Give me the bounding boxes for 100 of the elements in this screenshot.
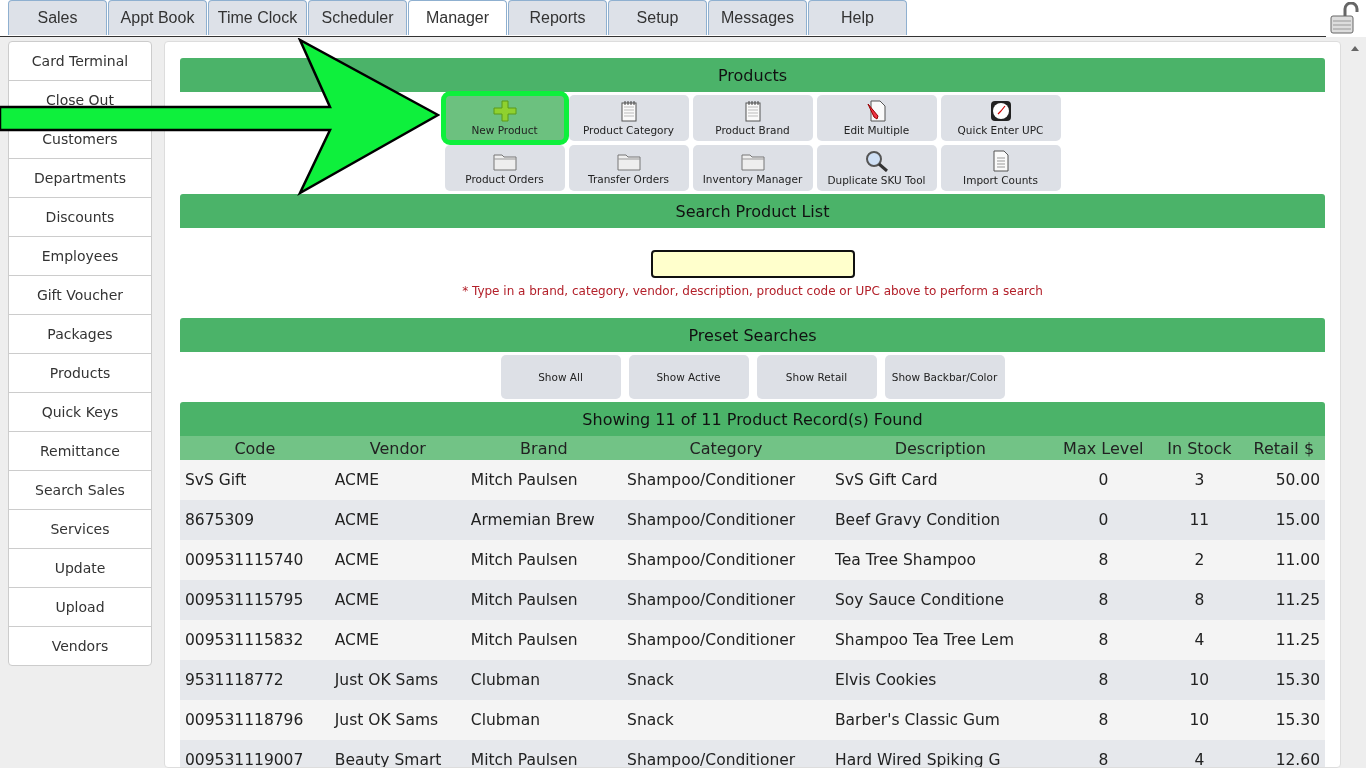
table-cell: 15.30 xyxy=(1242,660,1325,700)
sidebar-item[interactable]: Upload xyxy=(9,588,151,627)
preset-search-button[interactable]: Show Retail xyxy=(756,355,877,399)
nav-tab[interactable]: Manager xyxy=(408,0,507,35)
table-cell: SvS Gift Card xyxy=(830,460,1051,500)
table-cell: Shampoo/Conditioner xyxy=(622,580,830,620)
sidebar-item[interactable]: Packages xyxy=(9,315,151,354)
table-cell: Shampoo/Conditioner xyxy=(622,540,830,580)
table-cell: Mitch Paulsen xyxy=(465,460,623,500)
table-cell: 11.00 xyxy=(1242,540,1325,580)
folder-icon xyxy=(740,151,765,171)
table-cell: Snack xyxy=(622,700,830,740)
nav-tab[interactable]: Reports xyxy=(508,0,607,35)
table-cell: 4 xyxy=(1156,740,1243,767)
table-cell: Barber's Classic Gum xyxy=(830,700,1051,740)
table-cell: 11 xyxy=(1156,500,1243,540)
table-cell: 11.25 xyxy=(1242,580,1325,620)
tool-button[interactable]: Product Category xyxy=(568,95,689,141)
table-cell: 0 xyxy=(1050,500,1157,540)
sidebar-item[interactable]: Employees xyxy=(9,237,151,276)
table-cell: 9531118772 xyxy=(180,660,330,700)
column-header: Max Level xyxy=(1050,436,1157,460)
sidebar-item[interactable]: Update xyxy=(9,549,151,588)
search-hint: * Type in a brand, category, vendor, description, product code or UPC above to perform a search xyxy=(462,284,1043,298)
table-cell: ACME xyxy=(329,540,466,580)
preset-search-button[interactable]: Show Active xyxy=(628,355,749,399)
table-cell: 8 xyxy=(1050,580,1157,620)
sidebar-item[interactable]: Card Terminal xyxy=(9,42,151,81)
table-cell: 8 xyxy=(1050,540,1157,580)
folder-icon xyxy=(492,151,517,171)
clock-icon xyxy=(989,100,1012,122)
table-cell: ACME xyxy=(329,620,466,660)
padlock-icon[interactable] xyxy=(1330,2,1360,34)
table-cell: 0 xyxy=(1050,460,1157,500)
table-cell: 009531115832 xyxy=(180,620,330,660)
table-cell: Armemian Brew xyxy=(465,500,623,540)
nav-tab[interactable]: Time Clock xyxy=(208,0,307,35)
table-cell: 009531115795 xyxy=(180,580,330,620)
column-header: Retail $ xyxy=(1242,436,1325,460)
tool-button[interactable]: Duplicate SKU Tool xyxy=(816,145,937,191)
sidebar-item[interactable]: Gift Voucher xyxy=(9,276,151,315)
nav-tab[interactable]: Help xyxy=(808,0,907,35)
column-header: In Stock xyxy=(1156,436,1243,460)
document-icon xyxy=(991,150,1010,172)
table-cell: 8 xyxy=(1050,740,1157,767)
notepad-icon xyxy=(743,100,762,122)
sidebar-item[interactable]: Products xyxy=(9,354,151,393)
tool-button[interactable]: Product Orders xyxy=(444,145,565,191)
magnifier-icon xyxy=(864,150,889,172)
tool-button[interactable]: Edit Multiple xyxy=(816,95,937,141)
table-cell: 8 xyxy=(1050,620,1157,660)
preset-search-button[interactable]: Show Backbar/Color xyxy=(884,355,1005,399)
table-cell: 15.00 xyxy=(1242,500,1325,540)
column-header: Code xyxy=(180,436,330,460)
tool-button[interactable]: Inventory Manager xyxy=(692,145,813,191)
search-field[interactable] xyxy=(650,250,855,278)
table-cell: 10 xyxy=(1156,700,1243,740)
tool-button[interactable]: Product Brand xyxy=(692,95,813,141)
table-cell: Mitch Paulsen xyxy=(465,740,623,767)
table-cell: Shampoo/Conditioner xyxy=(622,500,830,540)
tool-button[interactable]: Quick Enter UPC xyxy=(940,95,1061,141)
table-cell: Shampoo Tea Tree Lem xyxy=(830,620,1051,660)
table-cell: Clubman xyxy=(465,660,623,700)
sidebar-item[interactable]: Remittance xyxy=(9,432,151,471)
table-cell: Snack xyxy=(622,660,830,700)
table-cell: ACME xyxy=(329,460,466,500)
sidebar-item[interactable]: Quick Keys xyxy=(9,393,151,432)
column-header: Description xyxy=(830,436,1051,460)
tool-button[interactable]: Import Counts xyxy=(940,145,1061,191)
table-cell: Mitch Paulsen xyxy=(465,620,623,660)
table-cell: Tea Tree Shampoo xyxy=(830,540,1051,580)
table-cell: ACME xyxy=(329,580,466,620)
nav-tab[interactable]: Sales xyxy=(8,0,107,35)
sidebar-item[interactable]: Vendors xyxy=(9,627,151,665)
table-cell: Mitch Paulsen xyxy=(465,540,623,580)
table-title: Showing 11 of 11 Product Record(s) Found xyxy=(180,402,1325,436)
section-header: Preset Searches xyxy=(180,318,1325,352)
sidebar-item[interactable]: Services xyxy=(9,510,151,549)
nav-tab[interactable]: Setup xyxy=(608,0,707,35)
column-header: Vendor xyxy=(329,436,466,460)
table-cell: 009531119007 xyxy=(180,740,330,767)
table-cell: 50.00 xyxy=(1242,460,1325,500)
table-cell: Mitch Paulsen xyxy=(465,580,623,620)
tool-button[interactable]: Transfer Orders xyxy=(568,145,689,191)
table-cell: Just OK Sams xyxy=(329,700,466,740)
column-header: Category xyxy=(622,436,830,460)
table-cell: Shampoo/Conditioner xyxy=(622,460,830,500)
table-cell: 8 xyxy=(1050,700,1157,740)
section-header: Search Product List xyxy=(180,194,1325,228)
preset-search-button[interactable]: Show All xyxy=(500,355,621,399)
folder-icon xyxy=(616,151,641,171)
plus-icon xyxy=(492,100,517,122)
sidebar-item[interactable]: Discounts xyxy=(9,198,151,237)
nav-tab[interactable]: Scheduler xyxy=(308,0,407,35)
nav-tab[interactable]: Messages xyxy=(708,0,807,35)
table-cell: 12.60 xyxy=(1242,740,1325,767)
nav-tab[interactable]: Appt Book xyxy=(108,0,207,35)
sidebar-item[interactable]: Search Sales xyxy=(9,471,151,510)
table-cell: 4 xyxy=(1156,620,1243,660)
table-cell: Elvis Cookies xyxy=(830,660,1051,700)
